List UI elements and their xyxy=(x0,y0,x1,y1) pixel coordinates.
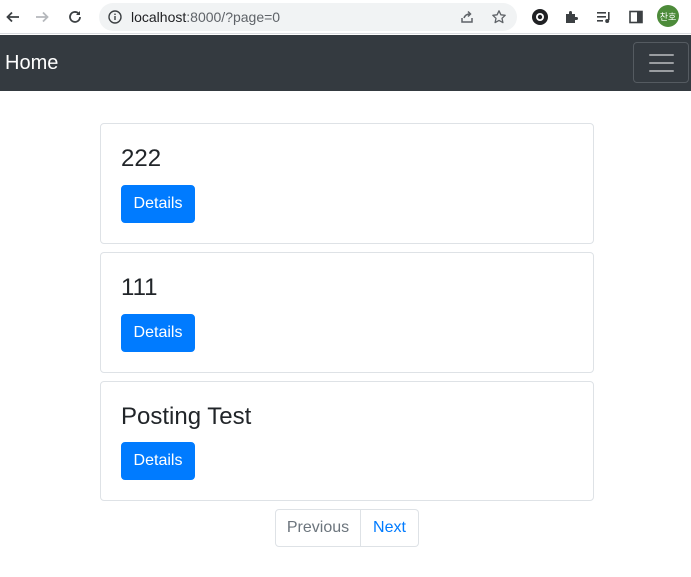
previous-page-button[interactable]: Previous xyxy=(275,509,361,547)
post-title: 111 xyxy=(121,274,158,301)
back-arrow-icon xyxy=(6,11,19,23)
hamburger-icon xyxy=(649,70,674,72)
url-text: localhost:8000/?page=0 xyxy=(131,9,280,25)
extensions-puzzle-icon[interactable] xyxy=(562,7,582,27)
side-panel-icon[interactable] xyxy=(626,7,646,27)
reload-icon xyxy=(69,11,81,23)
hamburger-icon xyxy=(649,62,674,64)
site-info-icon[interactable] xyxy=(107,9,123,25)
navbar-brand-home[interactable]: Home xyxy=(5,52,58,75)
share-icon[interactable] xyxy=(458,8,476,26)
url-path: :8000/?page=0 xyxy=(186,9,281,25)
bookmark-star-icon[interactable] xyxy=(490,8,508,26)
post-title: Posting Test xyxy=(121,403,252,430)
post-card: 222 Details xyxy=(100,123,594,244)
address-bar[interactable]: localhost:8000/?page=0 xyxy=(99,3,517,31)
url-host: localhost xyxy=(131,9,187,25)
post-card: 111 Details xyxy=(100,252,594,373)
next-page-button[interactable]: Next xyxy=(361,509,419,547)
post-title: 222 xyxy=(121,145,162,172)
profile-avatar[interactable]: 찬호 xyxy=(657,5,679,27)
extension-circle-icon[interactable] xyxy=(530,7,550,27)
back-button[interactable] xyxy=(2,6,24,28)
details-button[interactable]: Details xyxy=(121,314,195,352)
forward-button[interactable] xyxy=(31,6,53,28)
pagination: Previous Next xyxy=(275,509,419,547)
hamburger-icon xyxy=(649,54,674,56)
reload-button[interactable] xyxy=(64,6,86,28)
navbar-toggler-button[interactable] xyxy=(633,42,689,83)
media-queue-icon[interactable] xyxy=(594,7,614,27)
details-button[interactable]: Details xyxy=(121,442,195,480)
forward-arrow-icon xyxy=(36,11,49,23)
details-button[interactable]: Details xyxy=(121,185,195,223)
top-navbar: Home xyxy=(0,35,691,91)
post-card: Posting Test Details xyxy=(100,381,594,501)
browser-toolbar: localhost:8000/?page=0 찬호 xyxy=(0,0,691,34)
